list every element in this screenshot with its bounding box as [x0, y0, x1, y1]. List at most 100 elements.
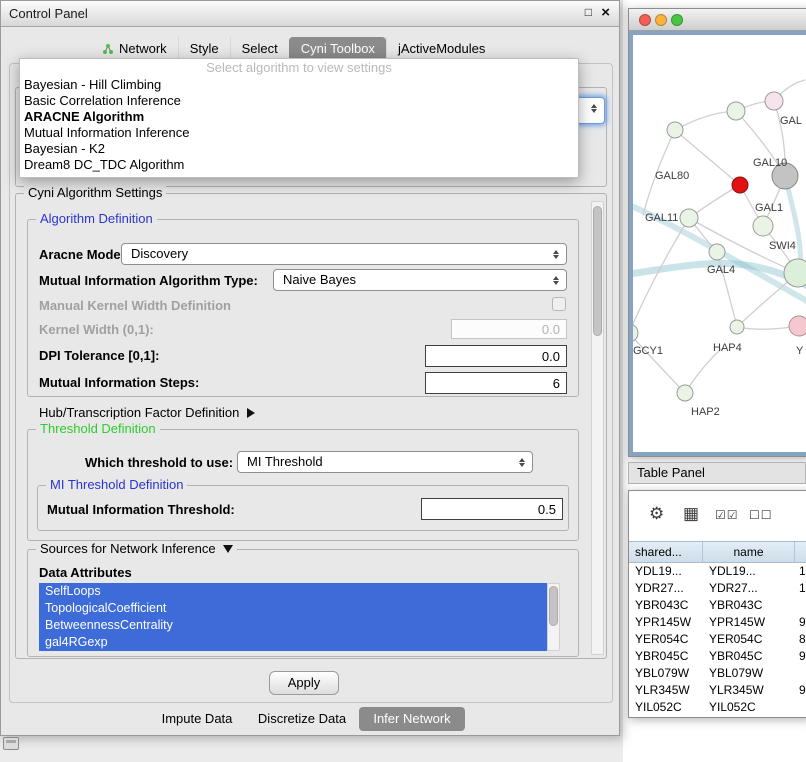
- settings-scrollbar[interactable]: [591, 201, 604, 655]
- float-window-icon[interactable]: □: [585, 5, 592, 19]
- network-tab-icon: [102, 43, 114, 55]
- network-graph: GALGAL80GAL10GAL11GAL1SWI4GAL4GCY1HAP4HA…: [633, 35, 806, 456]
- aracne-mode-combobox[interactable]: Discovery: [121, 243, 567, 265]
- dropdown-item-mutual-information[interactable]: Mutual Information Inference: [20, 125, 578, 141]
- table-header: shared... name: [629, 541, 806, 563]
- aracne-mode-value: Discovery: [122, 244, 566, 264]
- minimize-light-icon[interactable]: [655, 14, 667, 26]
- tab-infer-network[interactable]: Infer Network: [359, 707, 465, 731]
- attribute-item-betweennesscentrality[interactable]: BetweennessCentrality: [39, 617, 547, 634]
- mi-threshold-input[interactable]: [421, 498, 563, 520]
- table-row[interactable]: YBL079WYBL079W: [629, 665, 806, 682]
- which-threshold-value: MI Threshold: [238, 452, 532, 472]
- network-node[interactable]: [633, 324, 638, 342]
- manual-kernel-label: Manual Kernel Width Definition: [39, 298, 231, 313]
- manual-kernel-checkbox[interactable]: [552, 297, 566, 311]
- table-row[interactable]: YDL19...YDL19...13...: [629, 563, 806, 580]
- network-view-window: GALGAL80GAL10GAL11GAL1SWI4GAL4GCY1HAP4HA…: [628, 8, 806, 457]
- network-window-titlebar[interactable]: [629, 9, 806, 31]
- table-cell: 12...: [795, 580, 806, 597]
- network-node[interactable]: [765, 92, 783, 110]
- mi-steps-input[interactable]: [425, 372, 567, 394]
- table-cell: YDL19...: [703, 563, 795, 580]
- hub-definition-label: Hub/Transcription Factor Definition: [39, 405, 239, 420]
- attribute-item-topologicalcoefficient[interactable]: TopologicalCoefficient: [39, 600, 547, 617]
- node-label: SWI4: [769, 240, 796, 252]
- dpi-tolerance-input[interactable]: [425, 345, 567, 367]
- mi-threshold-group-title: MI Threshold Definition: [46, 477, 187, 492]
- table-row[interactable]: YPR145WYPR145W9...: [629, 614, 806, 631]
- apply-button[interactable]: Apply: [269, 671, 339, 695]
- settings-scrollbar-thumb[interactable]: [593, 206, 602, 336]
- network-node[interactable]: [680, 209, 698, 227]
- control-panel-titlebar[interactable]: Control Panel □ ×: [1, 1, 619, 27]
- tab-impute-data[interactable]: Impute Data: [151, 707, 243, 731]
- close-light-icon[interactable]: [639, 14, 651, 26]
- network-edge[interactable]: [685, 349, 721, 393]
- threshold-definition-title: Threshold Definition: [36, 421, 160, 436]
- dropdown-item-basic-correlation[interactable]: Basic Correlation Inference: [20, 93, 578, 109]
- table-row[interactable]: YBR043CYBR043C: [629, 597, 806, 614]
- close-window-icon[interactable]: ×: [601, 4, 610, 21]
- table-cell: YLR345W: [703, 682, 795, 699]
- table-cell: YBL079W: [703, 665, 795, 682]
- dropdown-item-bayesian-k2[interactable]: Bayesian - K2: [20, 141, 578, 157]
- table-row[interactable]: YDR27...YDR27...12...: [629, 580, 806, 597]
- table-toolbar: ⚙ ▦ ☑☑ ☐☐: [629, 491, 806, 541]
- minimized-panel-icon[interactable]: [3, 737, 19, 750]
- network-canvas[interactable]: GALGAL80GAL10GAL11GAL1SWI4GAL4GCY1HAP4HA…: [629, 31, 806, 456]
- table-row[interactable]: YLR345WYLR345W9...: [629, 682, 806, 699]
- mi-threshold-label: Mutual Information Threshold:: [47, 502, 235, 517]
- network-node[interactable]: [667, 122, 683, 138]
- select-unchecked-icon[interactable]: ☐☐: [749, 508, 773, 522]
- table-cell: [795, 699, 806, 716]
- network-node[interactable]: [789, 316, 806, 336]
- table-cell: YER054C: [629, 631, 703, 648]
- zoom-light-icon[interactable]: [671, 14, 683, 26]
- table-row[interactable]: YER054CYER054C8...: [629, 631, 806, 648]
- cyni-settings-title: Cyni Algorithm Settings: [24, 185, 166, 200]
- column-header-name[interactable]: name: [703, 542, 795, 562]
- table-cell: YIL052C: [629, 699, 703, 716]
- attribute-item-gal4rgexp[interactable]: gal4RGexp: [39, 634, 547, 651]
- column-header-shared-name[interactable]: shared...: [629, 542, 703, 562]
- hub-definition-toggle[interactable]: Hub/Transcription Factor Definition: [39, 405, 255, 420]
- table-cell: [795, 665, 806, 682]
- algorithm-dropdown-list: Select algorithm to view settings Bayesi…: [19, 58, 579, 178]
- columns-icon[interactable]: ▦: [683, 504, 699, 524]
- attributes-scrollbar[interactable]: [547, 583, 560, 651]
- attribute-item-selfloops[interactable]: SelfLoops: [39, 583, 547, 600]
- network-node[interactable]: [753, 216, 773, 236]
- data-attributes-list: SelfLoops TopologicalCoefficient Between…: [39, 583, 547, 651]
- table-cell: YDR27...: [629, 580, 703, 597]
- table-cell: YDR27...: [703, 580, 795, 597]
- dropdown-item-bayesian-hill-climbing[interactable]: Bayesian - Hill Climbing: [20, 77, 578, 93]
- network-node[interactable]: [727, 102, 745, 120]
- network-node[interactable]: [677, 385, 693, 401]
- network-edge[interactable]: [633, 333, 685, 393]
- sources-toggle[interactable]: Sources for Network Inference: [36, 541, 237, 556]
- dropdown-item-aracne[interactable]: ARACNE Algorithm: [20, 109, 578, 125]
- network-node[interactable]: [709, 244, 725, 260]
- gear-icon[interactable]: ⚙: [649, 504, 664, 524]
- mi-algorithm-type-combobox[interactable]: Naive Bayes: [273, 269, 567, 291]
- kernel-width-input[interactable]: [451, 319, 567, 339]
- attributes-scrollbar-thumb[interactable]: [549, 586, 558, 626]
- node-label: HAP2: [691, 406, 720, 418]
- tab-discretize-data[interactable]: Discretize Data: [247, 707, 357, 731]
- dropdown-item-dream8[interactable]: Dream8 DC_TDC Algorithm: [20, 157, 578, 173]
- network-node[interactable]: [730, 320, 744, 334]
- column-header-extra[interactable]: [795, 542, 806, 562]
- table-row[interactable]: YIL052CYIL052C: [629, 699, 806, 716]
- network-node[interactable]: [732, 177, 748, 193]
- table-cell: YER054C: [703, 631, 795, 648]
- select-checked-icon[interactable]: ☑☑: [715, 508, 739, 522]
- data-attributes-label: Data Attributes: [39, 565, 132, 580]
- table-panel-title[interactable]: Table Panel: [628, 462, 806, 484]
- network-edge[interactable]: [675, 111, 736, 130]
- node-label: Y: [796, 345, 804, 357]
- which-threshold-combobox[interactable]: MI Threshold: [237, 451, 533, 473]
- control-panel-window: Control Panel □ × Network Style Select C…: [0, 0, 620, 736]
- table-row[interactable]: YBR045CYBR045C9...: [629, 648, 806, 665]
- table-cell: YPR145W: [703, 614, 795, 631]
